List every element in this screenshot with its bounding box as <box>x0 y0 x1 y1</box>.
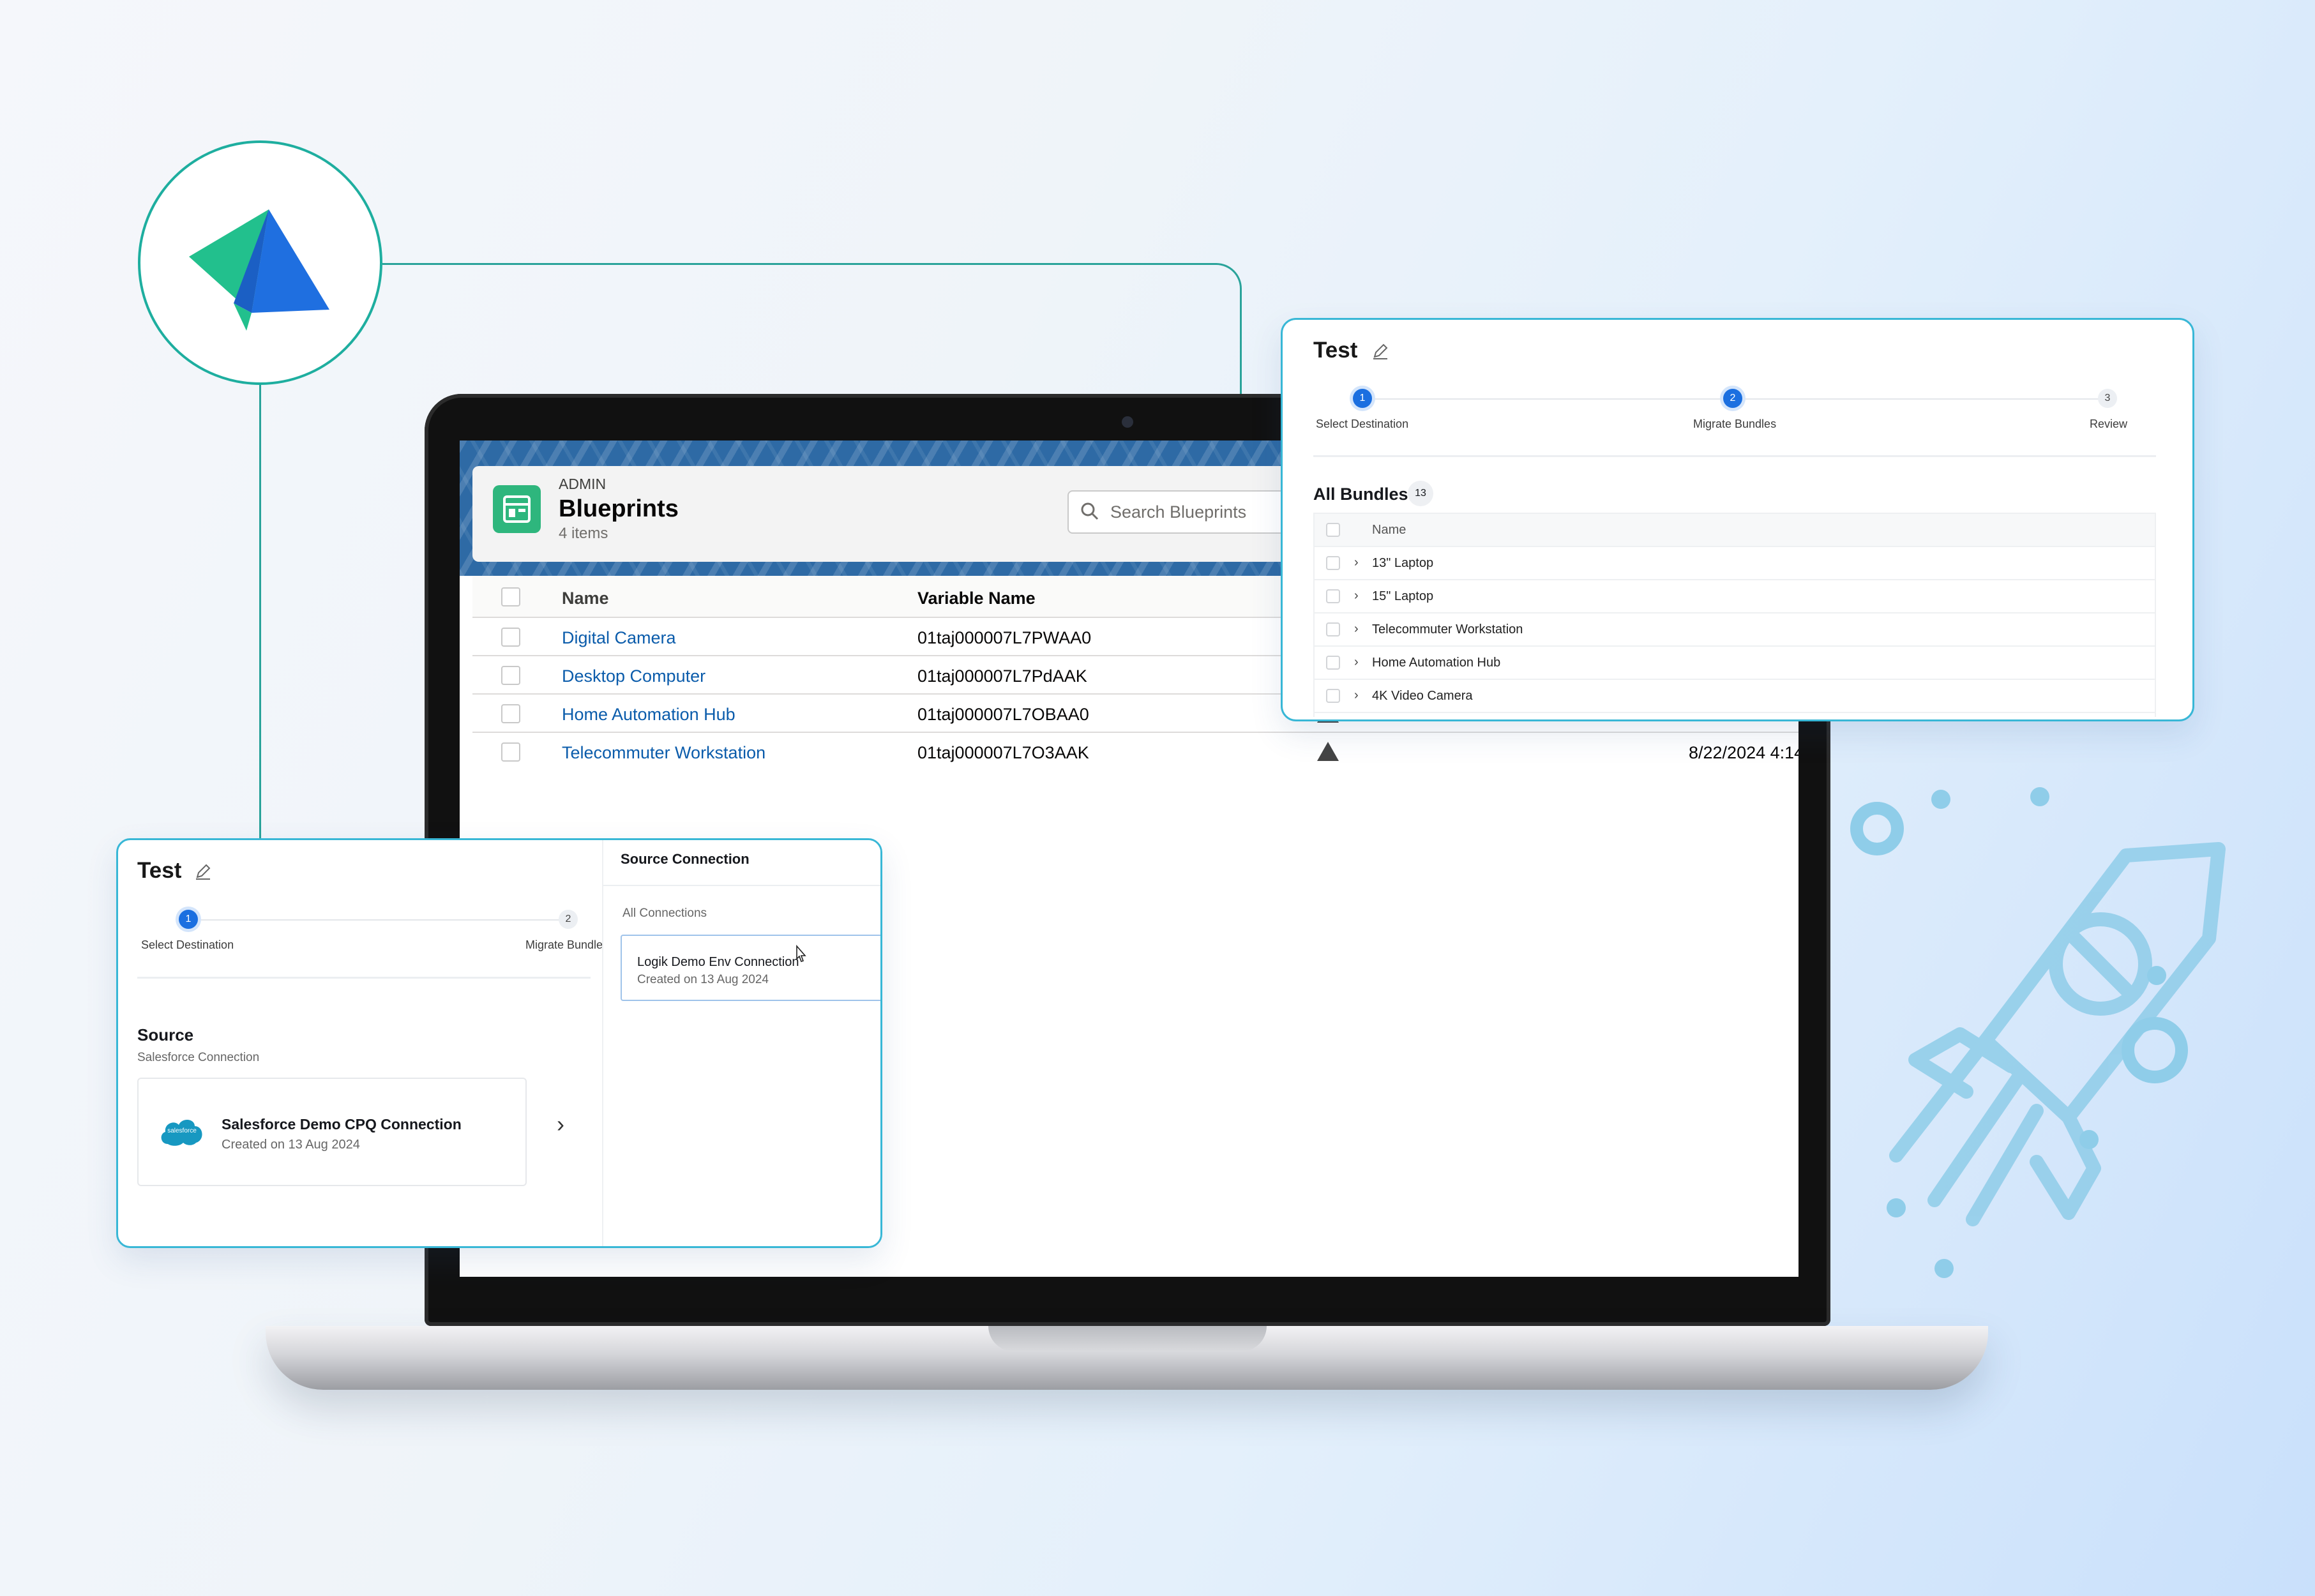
bundle-name: Home Automation Hub <box>1372 656 1501 670</box>
page-eyebrow: ADMIN <box>559 476 607 492</box>
page-title: Blueprints <box>559 495 679 522</box>
step-1-label: Select Destination <box>141 938 234 951</box>
chevron-right-icon[interactable]: › <box>1354 655 1359 670</box>
salesforce-logo-text: salesforce <box>167 1127 197 1134</box>
laptop-camera <box>1122 416 1133 428</box>
bundle-name: 4K Video Camera <box>1372 689 1473 703</box>
row-checkbox[interactable] <box>1326 656 1340 670</box>
salesforce-cloud-icon: salesforce <box>158 1115 206 1148</box>
item-count: 4 items <box>559 525 608 542</box>
row-checkbox[interactable] <box>1326 556 1340 570</box>
variable-name-cell: 01taj000007L7O3AAK <box>917 743 1089 762</box>
chevron-right-icon[interactable]: › <box>1354 589 1359 603</box>
source-subheading: Salesforce Connection <box>137 1051 260 1064</box>
source-connection-panel: Source Connection All Connections Logik … <box>602 840 880 1246</box>
bundle-name: 13" Laptop <box>1372 556 1434 570</box>
select-all-checkbox[interactable] <box>1326 523 1340 537</box>
divider <box>1313 455 2156 457</box>
column-header-name[interactable]: Name <box>1372 523 1406 538</box>
connector-line-top <box>382 263 1242 394</box>
connection-option[interactable]: Logik Demo Env Connection Created on 13 … <box>621 935 880 1001</box>
bundle-name: 15" Laptop <box>1372 589 1434 603</box>
stepper-line <box>188 919 571 921</box>
source-connection-card: Test 1 Select Destination 2 Migrate Bund… <box>116 838 882 1248</box>
select-all-checkbox[interactable] <box>501 587 520 606</box>
row-checkbox[interactable] <box>501 704 520 723</box>
edit-pencil-icon[interactable] <box>193 862 213 881</box>
blueprint-link[interactable]: Desktop Computer <box>562 666 705 686</box>
chevron-right-icon[interactable]: › <box>1354 555 1359 570</box>
chevron-right-icon[interactable]: › <box>1354 688 1359 703</box>
list-item[interactable]: › 13" Laptop <box>1315 547 2155 580</box>
bundle-name: Telecommuter Workstation <box>1372 622 1523 636</box>
step-1[interactable]: 1 <box>179 910 198 929</box>
step-2[interactable]: 2 <box>559 910 578 929</box>
blueprint-link[interactable]: Home Automation Hub <box>562 705 735 725</box>
connector-line-left <box>259 385 261 838</box>
bundles-table: Name › 13" Laptop › 15" Laptop › Telecom… <box>1313 513 2156 717</box>
list-item[interactable]: › 4K Video Camera <box>1315 680 2155 713</box>
card-title: Test <box>137 858 182 883</box>
panel-title: Source Connection <box>621 851 750 867</box>
row-checkbox[interactable] <box>501 666 520 685</box>
edit-pencil-icon[interactable] <box>1371 342 1390 361</box>
divider <box>603 885 880 886</box>
step-1-label: Select Destination <box>1316 418 1409 430</box>
source-heading: Source <box>137 1025 194 1044</box>
divider <box>137 977 591 979</box>
brand-logo-badge <box>138 140 382 385</box>
search-input[interactable]: Search Blueprints <box>1067 490 1304 534</box>
warning-icon <box>1317 742 1339 761</box>
chevron-right-icon[interactable]: › <box>1354 622 1359 636</box>
row-checkbox[interactable] <box>501 742 520 762</box>
list-item[interactable]: › 15" Laptop <box>1315 580 2155 614</box>
paper-plane-logo-icon <box>189 209 329 331</box>
step-3[interactable]: 3 <box>2098 389 2117 408</box>
date-cell: 8/22/2024 4:14 <box>1689 743 1798 762</box>
search-icon <box>1081 502 1099 520</box>
column-header-name[interactable]: Name <box>562 589 609 608</box>
cursor-icon <box>796 945 806 963</box>
list-item[interactable]: › Telecommuter Workstation <box>1315 614 2155 647</box>
laptop-notch <box>988 1326 1267 1351</box>
step-1[interactable]: 1 <box>1353 389 1372 408</box>
section-title: All Bundles <box>1313 485 1408 504</box>
card-title: Test <box>1313 338 1358 363</box>
variable-name-cell: 01taj000007L7PWAA0 <box>917 628 1092 647</box>
connection-option-created: Created on 13 Aug 2024 <box>637 973 769 986</box>
step-2[interactable]: 2 <box>1723 389 1742 408</box>
row-checkbox[interactable] <box>501 628 520 647</box>
table-row: Telecommuter Workstation 01taj000007L7O3… <box>472 733 1798 771</box>
row-checkbox[interactable] <box>1326 622 1340 636</box>
step-3-label: Review <box>2090 418 2128 430</box>
column-header-variable-name[interactable]: Variable Name <box>917 589 1036 608</box>
blueprint-link[interactable]: Telecommuter Workstation <box>562 743 765 763</box>
connection-tile[interactable]: salesforce Salesforce Demo CPQ Connectio… <box>137 1078 527 1186</box>
blueprint-icon <box>493 485 541 533</box>
variable-name-cell: 01taj000007L7OBAA0 <box>917 705 1089 724</box>
blueprint-link[interactable]: Digital Camera <box>562 628 676 648</box>
row-checkbox[interactable] <box>1326 689 1340 703</box>
chevron-right-icon[interactable]: › <box>557 1111 564 1138</box>
step-2-label: Migrate Bundles <box>1693 418 1777 430</box>
connection-option-name: Logik Demo Env Connection <box>637 955 799 969</box>
count-badge: 13 <box>1408 481 1433 506</box>
variable-name-cell: 01taj000007L7PdAAK <box>917 666 1087 686</box>
table-header-row: Name <box>1315 514 2155 547</box>
connection-name: Salesforce Demo CPQ Connection <box>222 1116 462 1133</box>
rocket-illustration <box>1850 787 2226 1278</box>
row-checkbox[interactable] <box>1326 589 1340 603</box>
panel-section-label: All Connections <box>622 907 707 920</box>
migrate-bundles-card: Test 1 Select Destination 2 Migrate Bund… <box>1281 318 2194 721</box>
connection-created: Created on 13 Aug 2024 <box>222 1138 360 1152</box>
step-2-label: Migrate Bundle <box>525 938 603 951</box>
list-item[interactable]: › Home Automation Hub <box>1315 647 2155 680</box>
